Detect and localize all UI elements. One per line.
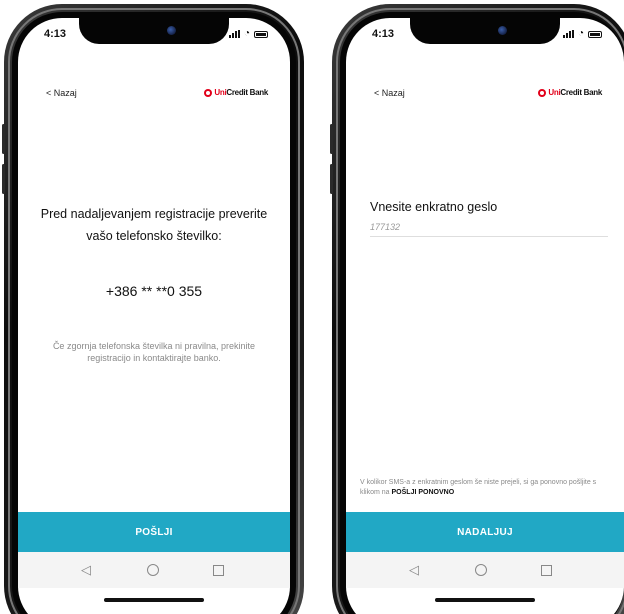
screen-enter-otp: 4:13 ◔ < Nazaj UniCredit Bank Vnesite en… xyxy=(346,18,624,614)
unicredit-logo-icon xyxy=(538,88,547,97)
square-recent-icon[interactable] xyxy=(536,560,556,580)
home-indicator[interactable] xyxy=(435,598,535,602)
android-nav-bar: ◁ xyxy=(346,552,624,588)
brand-name-uni: Uni xyxy=(548,88,561,97)
masked-phone-number: +386 ** **0 355 xyxy=(105,283,203,299)
status-icons: ◔ xyxy=(228,28,268,39)
send-button[interactable]: POŠLJI xyxy=(18,512,290,552)
android-nav-bar: ◁ xyxy=(18,552,290,588)
circle-home-icon[interactable] xyxy=(471,560,491,580)
verify-title: Pred nadaljevanjem registracije preverit… xyxy=(40,207,268,243)
battery-icon xyxy=(588,30,602,38)
brand-name: UniCredit Bank xyxy=(548,88,602,97)
screen-verify-phone: 4:13 ◔ < Nazaj UniCredit Bank Pred nadal… xyxy=(18,18,290,614)
battery-icon xyxy=(254,30,268,38)
back-link[interactable]: < Nazaj xyxy=(374,88,405,98)
phone-right: 4:13 ◔ < Nazaj UniCredit Bank Vnesite en… xyxy=(330,4,624,614)
volume-button xyxy=(2,124,5,154)
status-time: 4:13 xyxy=(372,28,395,40)
back-link[interactable]: < Nazaj xyxy=(46,88,77,98)
verify-hint: Če zgornja telefonska številka ni pravil… xyxy=(52,341,256,363)
notch xyxy=(79,18,229,44)
phone-left: 4:13 ◔ < Nazaj UniCredit Bank Pred nadal… xyxy=(2,4,304,614)
home-indicator[interactable] xyxy=(104,598,204,602)
mockup-stage: 4:13 ◔ < Nazaj UniCredit Bank Pred nadal… xyxy=(0,0,624,614)
triangle-back-icon[interactable]: ◁ xyxy=(404,560,424,580)
triangle-back-icon[interactable]: ◁ xyxy=(76,560,96,580)
wifi-icon: ◔ xyxy=(577,28,584,39)
otp-label: Vnesite enkratno geslo xyxy=(370,200,498,214)
signal-icon xyxy=(562,30,574,38)
signal-icon xyxy=(228,30,240,38)
brand-name-uni: Uni xyxy=(214,88,227,97)
notch xyxy=(410,18,560,44)
status-time: 4:13 xyxy=(44,28,67,40)
circle-home-icon[interactable] xyxy=(143,560,163,580)
brand-name: UniCredit Bank xyxy=(214,88,268,97)
brand-name-rest: Credit Bank xyxy=(560,88,602,97)
brand-logo: UniCredit Bank xyxy=(204,88,268,97)
volume-button xyxy=(2,164,5,194)
continue-button[interactable]: NADALJUJ xyxy=(346,512,624,552)
volume-button xyxy=(330,124,333,154)
square-recent-icon[interactable] xyxy=(208,560,228,580)
wifi-icon: ◔ xyxy=(243,28,250,39)
camera-icon xyxy=(167,26,176,35)
app-header: < Nazaj UniCredit Bank xyxy=(346,86,624,102)
camera-icon xyxy=(498,26,507,35)
otp-input[interactable] xyxy=(370,218,608,237)
status-icons: ◔ xyxy=(562,28,602,39)
resend-note: V kolikor SMS-a z enkratnim geslom še ni… xyxy=(360,478,610,498)
unicredit-logo-icon xyxy=(204,88,213,97)
brand-logo: UniCredit Bank xyxy=(538,88,602,97)
resend-link[interactable]: POŠLJI PONOVNO xyxy=(392,489,455,496)
brand-name-rest: Credit Bank xyxy=(226,88,268,97)
volume-button xyxy=(330,164,333,194)
app-header: < Nazaj UniCredit Bank xyxy=(18,86,290,102)
